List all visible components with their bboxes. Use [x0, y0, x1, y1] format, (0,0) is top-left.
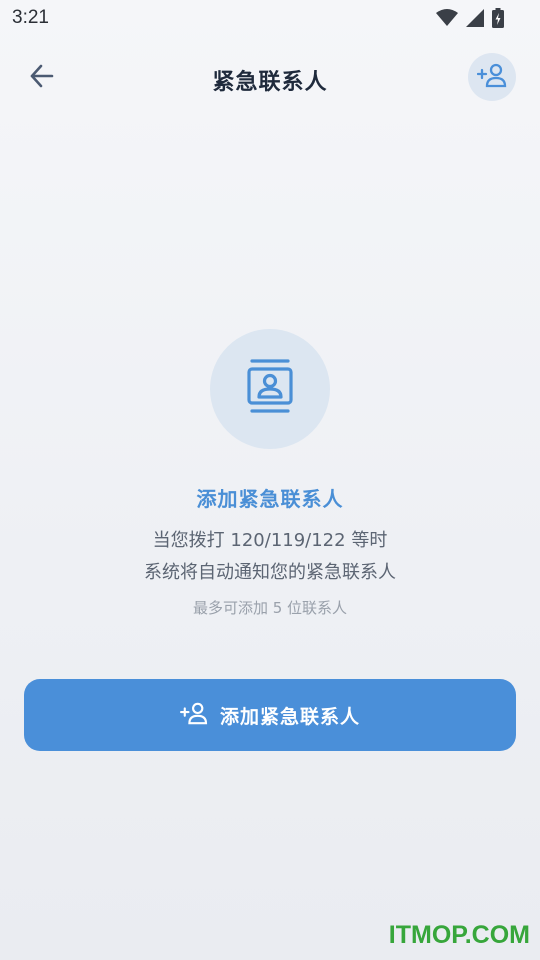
add-contact-header-button[interactable]	[468, 53, 516, 101]
person-add-icon	[476, 62, 507, 92]
status-icons	[436, 8, 504, 28]
app-bar: 紧急联系人	[0, 50, 540, 106]
add-emergency-contact-button[interactable]: 添加紧急联系人	[24, 679, 516, 751]
watermark: ITMOP.COM	[388, 921, 530, 949]
add-emergency-contact-label: 添加紧急联系人	[219, 705, 360, 728]
empty-state-illustration	[210, 329, 330, 449]
empty-state-hint: 最多可添加 5 位联系人	[192, 599, 348, 617]
battery-charging-icon	[492, 8, 504, 28]
person-add-icon	[179, 701, 208, 729]
signal-icon	[466, 9, 484, 27]
empty-state-description-line-2: 系统将自动通知您的紧急联系人	[144, 562, 396, 583]
wifi-icon	[436, 9, 458, 27]
contact-card-icon	[246, 358, 294, 420]
empty-state-title: 添加紧急联系人	[196, 487, 344, 511]
status-bar: 3:21	[0, 0, 540, 36]
empty-state-description-line-1: 当您拨打 120/119/122 等时	[152, 530, 388, 551]
status-time: 3:21	[12, 7, 49, 28]
page-title: 紧急联系人	[212, 70, 328, 95]
